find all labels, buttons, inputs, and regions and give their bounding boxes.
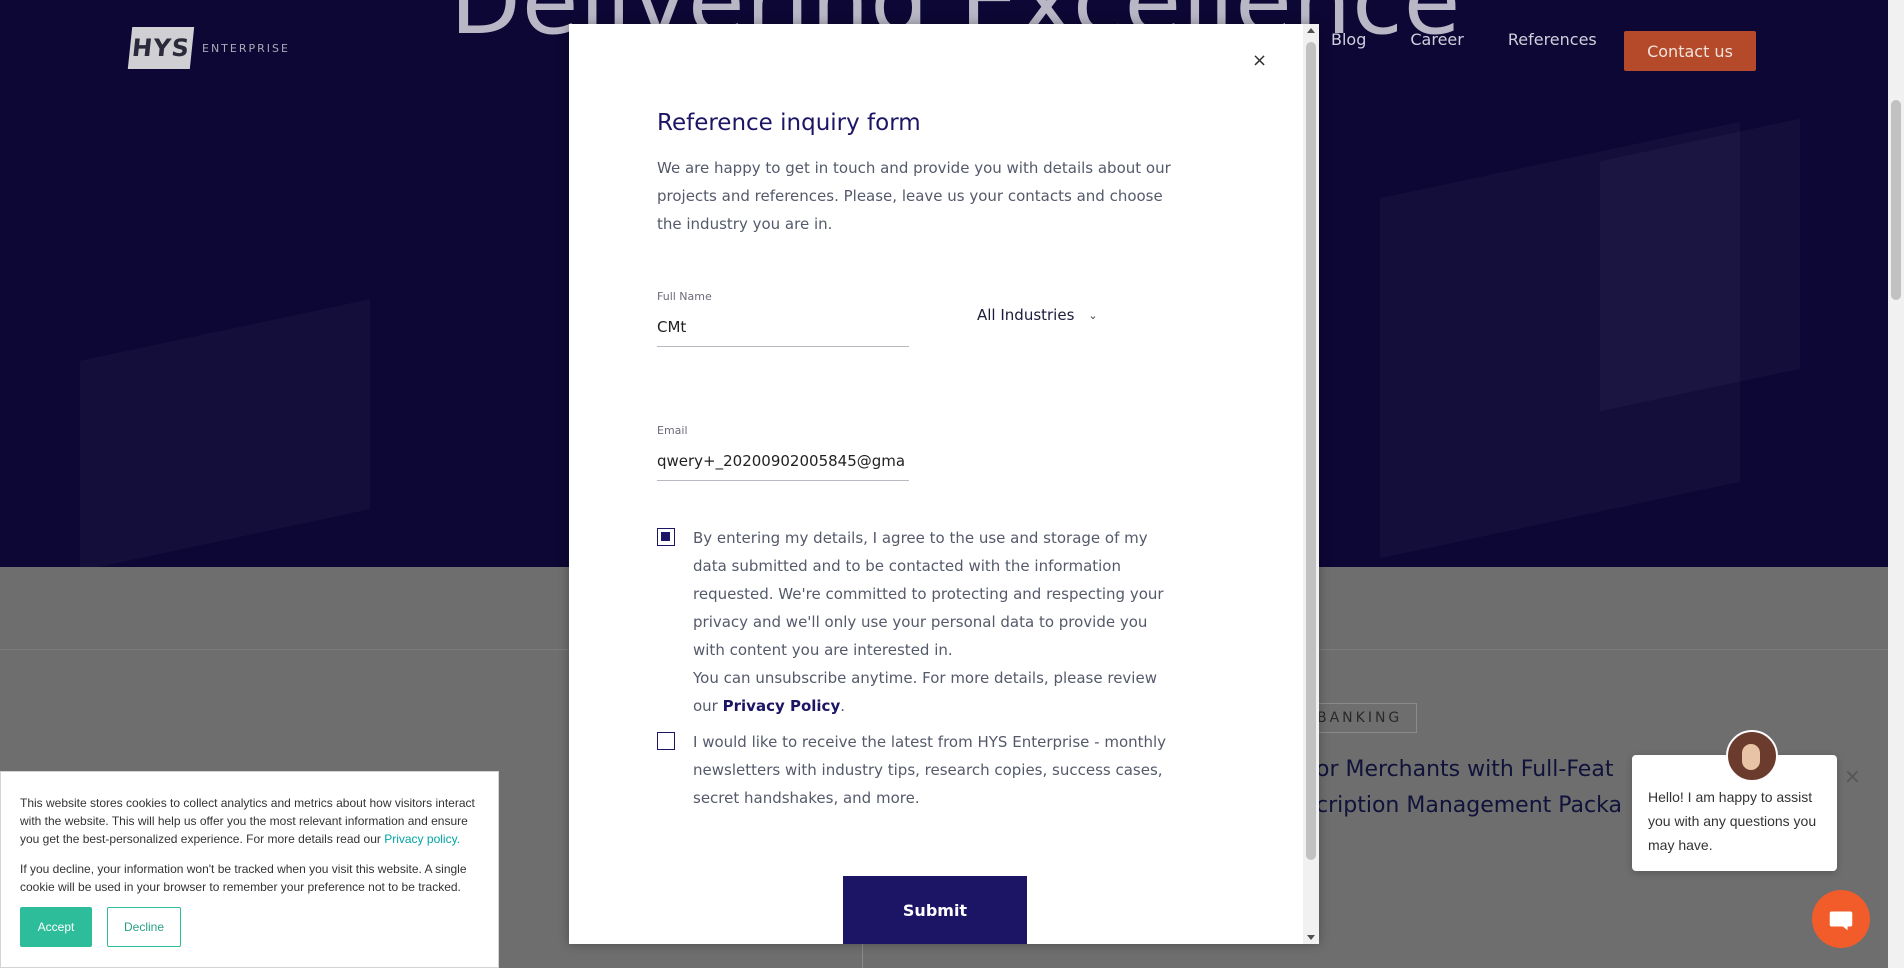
scroll-up-icon[interactable] [1307,28,1315,33]
nav-item-blog[interactable]: Blog [1331,30,1366,49]
privacy-policy-link[interactable]: Privacy Policy [723,697,841,715]
modal-description: We are happy to get in touch and provide… [657,159,1171,233]
nav-item-references[interactable]: References [1508,30,1597,49]
period: . [840,697,845,715]
hero-decor-shape [1600,119,1800,412]
scroll-down-icon[interactable] [1307,935,1315,940]
case-study-title[interactable]: or Merchants with Full-Feat cription Man… [1316,752,1656,824]
chat-launcher-button[interactable] [1812,890,1870,948]
full-name-label: Full Name [657,290,712,303]
close-icon[interactable]: × [1844,764,1861,788]
chevron-down-icon: ⌄ [1088,308,1098,322]
consent-checkbox[interactable] [657,528,675,546]
consent-text: By entering my details, I agree to the u… [693,529,1164,659]
close-icon[interactable]: × [1252,50,1267,71]
modal-title: Reference inquiry form [657,110,921,136]
cookie-banner: This website stores cookies to collect a… [0,771,499,968]
logo[interactable]: HYS ENTERPRISE [127,27,290,69]
chat-bubble-icon [1829,911,1853,931]
email-input[interactable] [657,452,909,481]
modal-scrollbar[interactable] [1303,24,1319,944]
industry-select-value: All Industries [977,306,1075,324]
submit-button[interactable]: Submit [843,876,1027,944]
industry-tag: BANKING [1302,703,1418,733]
logo-subtitle: ENTERPRISE [202,41,290,55]
contact-us-button[interactable]: Contact us [1624,31,1756,71]
unsubscribe-text: You can unsubscribe anytime. For more de… [693,664,1178,720]
logo-mark: HYS [127,27,195,69]
page-scrollbar-thumb[interactable] [1891,100,1901,300]
case-study-title-line: or Merchants with Full-Feat [1316,757,1614,782]
accept-button[interactable]: Accept [20,907,92,947]
page: Delivering Excellence HYS ENTERPRISE Blo… [0,0,1904,968]
avatar-face [1742,744,1760,770]
industry-select[interactable]: All Industries ⌄ [977,306,1098,324]
hero-decor-shape [80,299,370,567]
cookie-text-2: If you decline, your information won't b… [20,862,467,894]
email-label: Email [657,424,688,437]
reference-inquiry-modal: × Reference inquiry form We are happy to… [569,24,1319,944]
chat-message: Hello! I am happy to assist you with any… [1648,789,1817,853]
nav-item-career[interactable]: Career [1410,30,1463,49]
top-nav: Blog Career References [1331,30,1641,49]
consent-text-block: By entering my details, I agree to the u… [693,524,1178,720]
avatar [1726,730,1778,782]
newsletter-checkbox[interactable] [657,732,675,750]
case-study-title-line: cription Management Packa [1316,793,1622,818]
decline-button[interactable]: Decline [107,907,181,947]
newsletter-text: I would like to receive the latest from … [693,733,1167,807]
modal-scrollbar-thumb[interactable] [1306,42,1316,860]
cookie-text-1: This website stores cookies to collect a… [20,794,480,848]
full-name-input[interactable] [657,318,909,347]
cookie-privacy-link[interactable]: Privacy policy. [384,832,460,846]
